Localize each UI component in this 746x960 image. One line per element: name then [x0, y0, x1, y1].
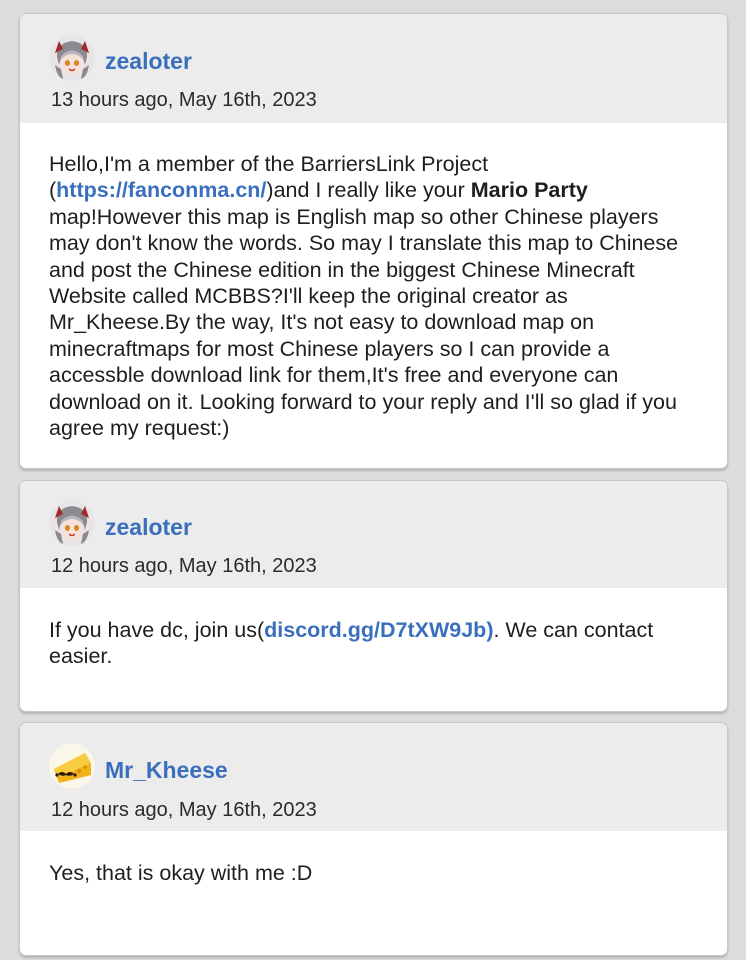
comment-card: zealoter 13 hours ago, May 16th, 2023 He… [19, 13, 728, 469]
cheese-with-mustache-avatar-icon[interactable] [49, 743, 95, 789]
username-link[interactable]: zealoter [105, 514, 192, 540]
comments-page: zealoter 13 hours ago, May 16th, 2023 He… [0, 0, 746, 960]
comment-body: If you have dc, join us(discord.gg/D7tXW… [20, 588, 727, 670]
username-link[interactable]: zealoter [105, 48, 192, 74]
comment-text: map!However this map is English map so o… [49, 204, 679, 441]
comment-timestamp: 13 hours ago, May 16th, 2023 [51, 89, 317, 111]
map-name-bold: Mario Party [470, 178, 588, 203]
comment-card: zealoter 12 hours ago, May 16th, 2023 If… [19, 480, 728, 712]
anime-character-avatar-icon[interactable] [49, 35, 95, 81]
comment-header: Mr_Kheese 12 hours ago, May 16th, 2023 [20, 723, 727, 831]
comment-header: zealoter 13 hours ago, May 16th, 2023 [20, 14, 727, 123]
comment-card: Mr_Kheese 12 hours ago, May 16th, 2023 Y… [19, 722, 728, 956]
comment-text: Yes, that is okay with me :D [49, 861, 313, 885]
comment-text: )and I really like your [266, 178, 471, 203]
comment-body: Hello,I'm a member of the BarriersLink P… [20, 123, 727, 441]
project-link[interactable]: https://fanconma.cn/ [56, 178, 266, 202]
username-link[interactable]: Mr_Kheese [105, 757, 228, 783]
comment-timestamp: 12 hours ago, May 16th, 2023 [51, 799, 317, 821]
comment-text: If you have dc, join us( [49, 618, 265, 642]
comment-header: zealoter 12 hours ago, May 16th, 2023 [20, 481, 727, 588]
comment-body: Yes, that is okay with me :D [20, 831, 727, 886]
comment-timestamp: 12 hours ago, May 16th, 2023 [51, 555, 317, 577]
anime-character-avatar-icon[interactable] [49, 500, 95, 546]
discord-link[interactable]: discord.gg/D7tXW9Jb) [264, 618, 493, 642]
